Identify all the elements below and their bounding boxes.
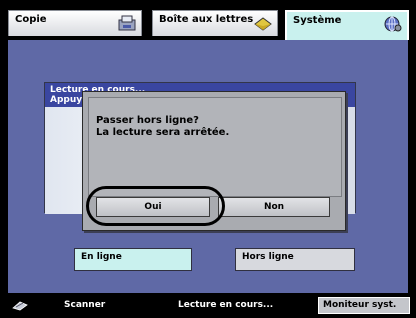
scanner-icon [12,301,28,311]
tab-copy[interactable]: Copie [8,10,142,36]
copy-icon [118,15,136,31]
tab-system-label: Système [293,15,342,26]
mailbox-icon [254,17,272,31]
dialog-message-area: Passer hors ligne? La lecture sera arrêt… [88,97,342,197]
dialog-message-line1: Passer hors ligne? [96,115,199,126]
system-monitor-label: Moniteur syst. [323,300,397,310]
tab-mailbox-label: Boîte aux lettres [159,14,254,25]
system-monitor-button[interactable]: Moniteur syst. [318,297,410,314]
offline-button[interactable]: Hors ligne [235,248,355,271]
dialog-message-line2: La lecture sera arrêtée. [96,127,230,138]
status-mode: Scanner [64,300,106,310]
yes-button-highlight [86,186,225,226]
status-text: Lecture en cours... [178,300,274,310]
no-button[interactable]: Non [218,197,330,217]
online-button[interactable]: En ligne [74,248,192,271]
system-globe-icon [384,16,402,32]
tab-system[interactable]: Système [285,10,409,40]
tab-copy-label: Copie [15,14,47,25]
tab-mailbox[interactable]: Boîte aux lettres [152,10,278,36]
